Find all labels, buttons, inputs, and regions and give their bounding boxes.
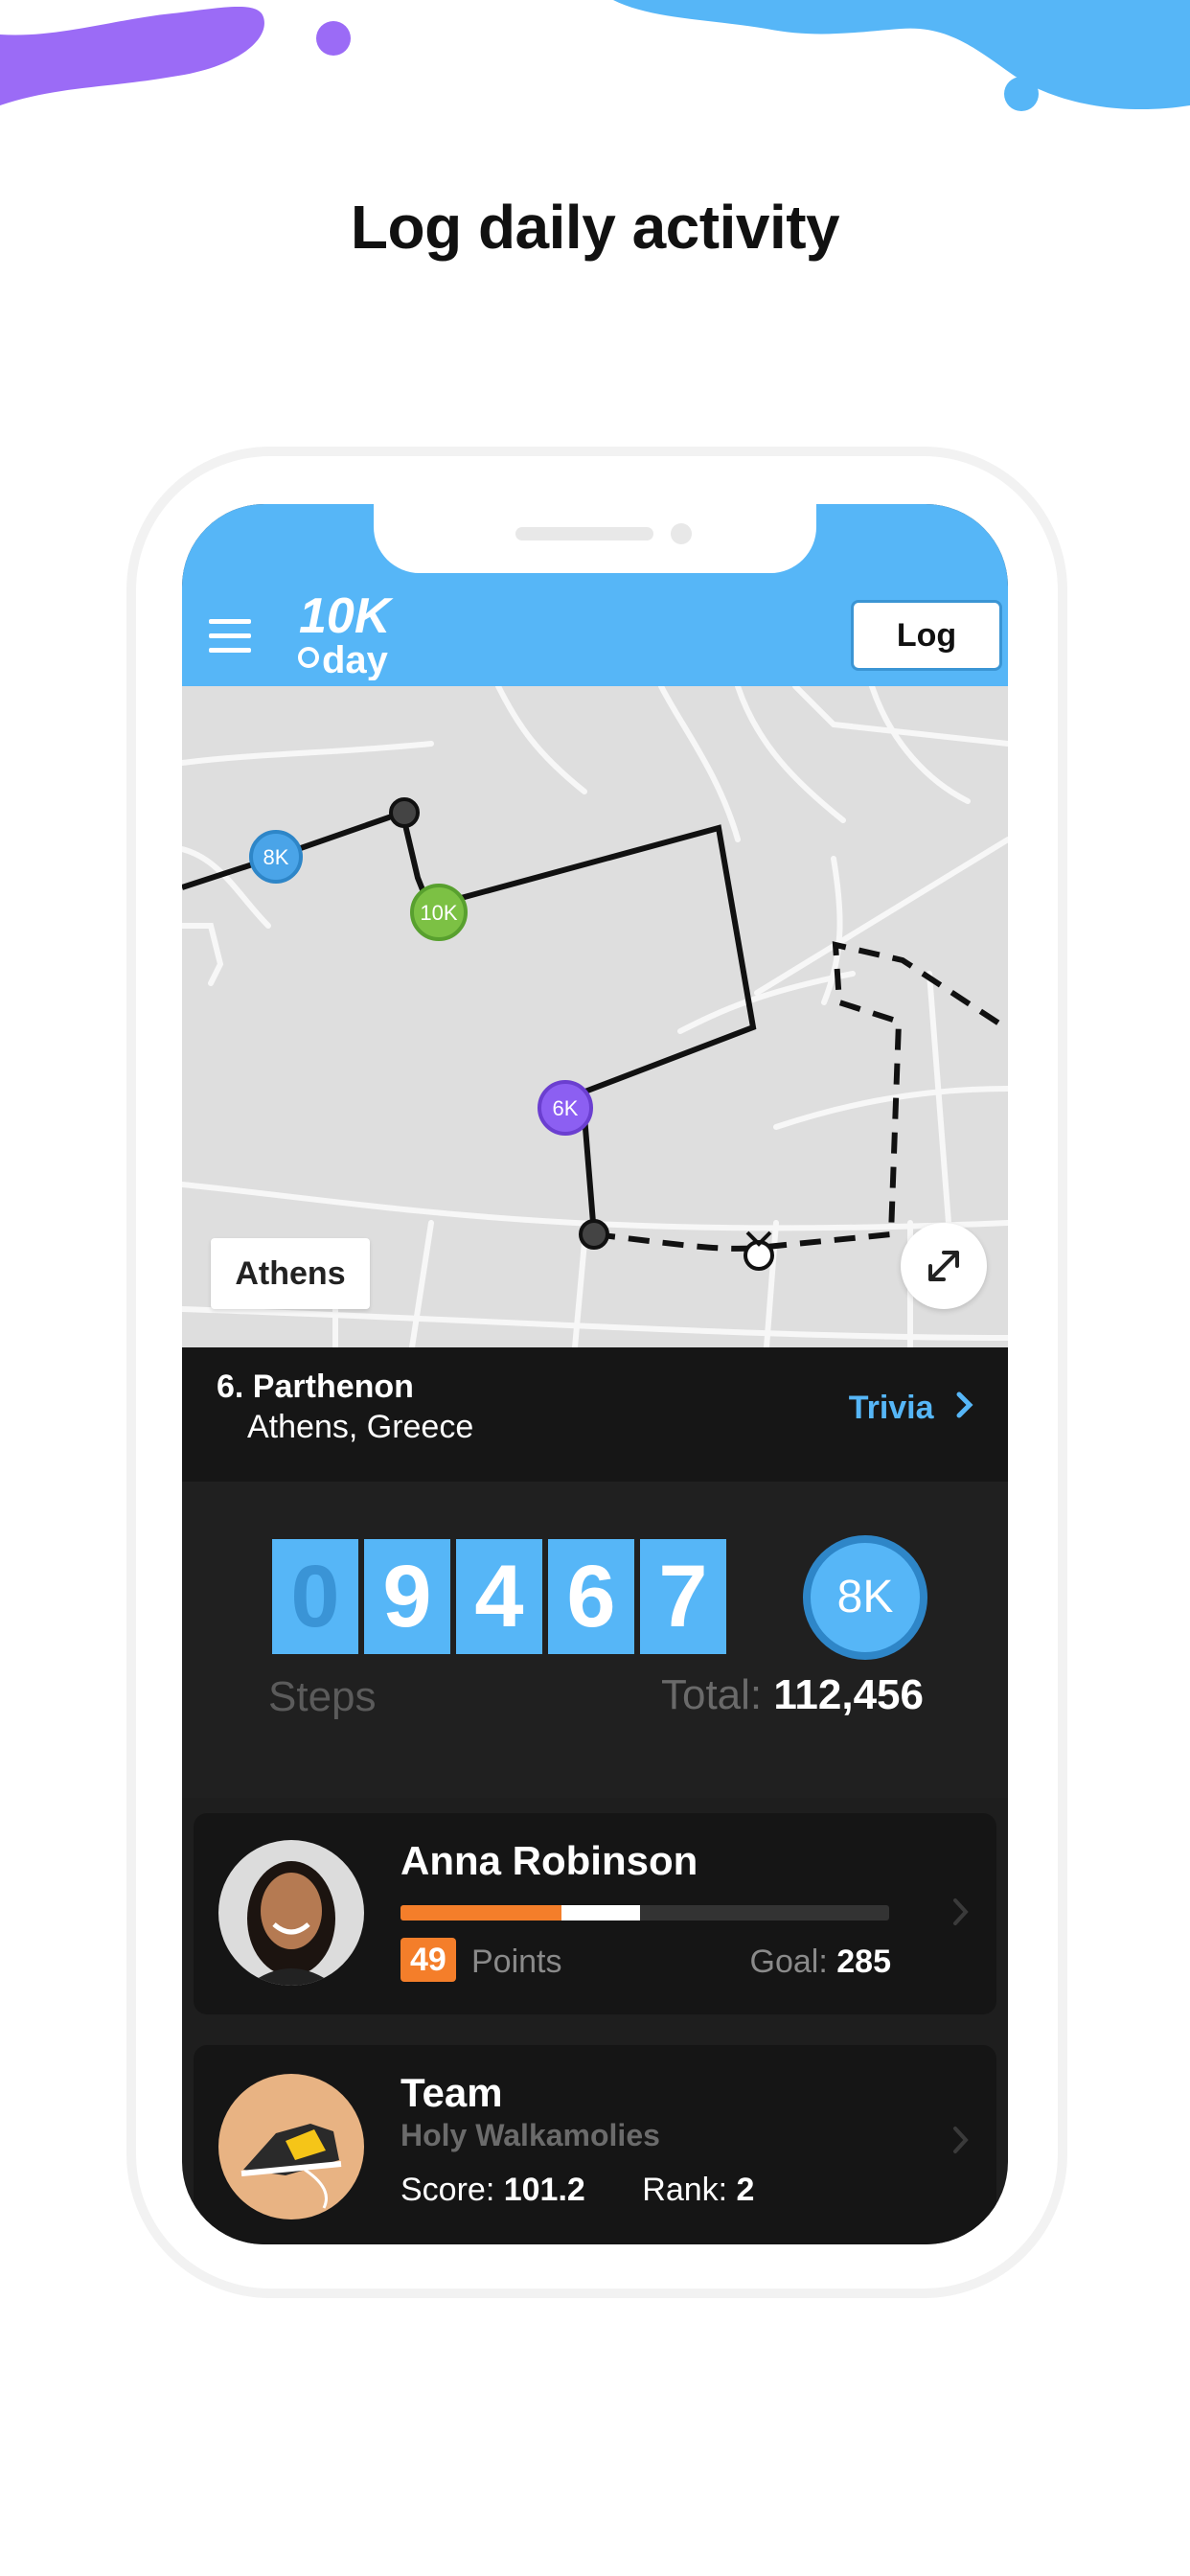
svg-text:day: day [322,639,389,680]
score-label: Score: [400,2172,495,2208]
step-digit: 9 [364,1539,450,1654]
step-digit: 4 [456,1539,542,1654]
chevron-right-icon [953,1898,969,1925]
svg-text:10K: 10K [299,588,394,644]
log-button[interactable]: Log [851,600,1002,671]
avatar [218,1840,364,1986]
phone-screen: 10K day Log 8K 10K 6K Athens 6. Partheno… [182,504,1008,2244]
location-bar: 6. Parthenon Athens, Greece Trivia [182,1347,1008,1482]
blue-blob-decoration [613,0,1190,111]
chevron-right-icon [956,1392,973,1418]
step-digit: 7 [640,1539,726,1654]
progress-fill-today [561,1905,640,1920]
score-value: 101.2 [503,2172,585,2208]
step-digit: 0 [272,1539,358,1654]
landmark-title: 6. Parthenon [217,1368,414,1405]
team-stats: Score: 101.2 Rank: 2 [400,2172,802,2209]
trivia-label: Trivia [848,1390,934,1426]
total-label: Total: [660,1671,763,1718]
user-card[interactable]: Anna Robinson 49 Points Goal: 285 [194,1813,996,2014]
level-badge[interactable]: 8K [803,1535,927,1660]
points-label: Points [471,1944,562,1980]
steps-label: Steps [268,1673,377,1720]
route-map[interactable]: 8K 10K 6K Athens [182,686,1008,1347]
total-value: 112,456 [773,1671,924,1718]
step-stats: 0 9 4 6 7 Steps Total: 112,456 8K [182,1482,1008,1798]
page-title: Log daily activity [350,193,840,262]
marker-label: 8K [263,845,289,869]
trivia-link[interactable]: Trivia [849,1390,973,1427]
expand-icon [928,1251,959,1281]
rank-label: Rank: [642,2172,728,2208]
city-label: Athens [211,1238,370,1309]
phone-notch [374,504,816,573]
user-name: Anna Robinson [400,1838,698,1883]
marker-label: 6K [553,1096,579,1120]
team-name: Holy Walkamolies [400,2118,660,2152]
purple-blob-decoration [0,6,351,105]
chevron-right-icon [953,2127,969,2153]
step-digit: 6 [548,1539,634,1654]
team-title: Team [400,2070,503,2115]
team-avatar [218,2074,364,2220]
points-progress-bar [400,1905,889,1920]
landmark-location: Athens, Greece [247,1409,474,1445]
team-card[interactable]: Team Holy Walkamolies Score: 101.2 Rank:… [194,2045,996,2244]
app-logo: 10K day [298,588,394,680]
total-steps: Total: 112,456 [661,1671,924,1719]
menu-icon[interactable] [209,619,251,654]
expand-map-button[interactable] [901,1223,987,1309]
progress-fill-points [400,1905,562,1920]
goal-value: 285 [836,1944,891,1980]
step-counter: 0 9 4 6 7 [272,1539,726,1654]
marker-label: 10K [420,901,457,925]
points-badge: 49 [400,1938,456,1982]
goal-text: Goal: 285 [750,1944,891,1981]
goal-label: Goal: [749,1944,828,1980]
rank-value: 2 [736,2172,755,2208]
